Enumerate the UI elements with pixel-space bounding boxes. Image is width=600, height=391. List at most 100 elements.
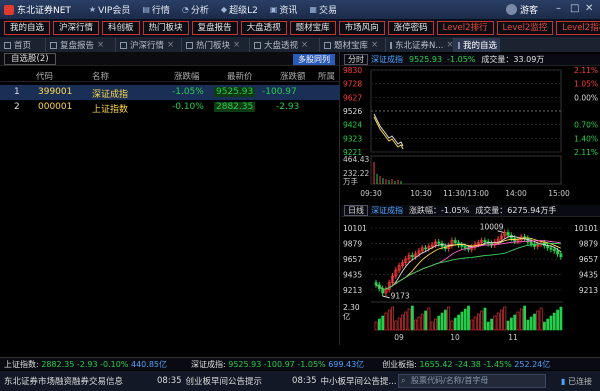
status-sz[interactable]: 深证成指: 9525.93 -100.97 -1.05% 699.43亿 bbox=[191, 359, 364, 370]
tab-label: 题材宝库 bbox=[334, 41, 369, 51]
status-cyb[interactable]: 创业板指: 1655.42 -24.38 -1.45% 252.24亿 bbox=[382, 359, 550, 370]
quicknav-item[interactable]: 题材宝库 bbox=[289, 21, 336, 35]
candle bbox=[552, 249, 556, 252]
quicknav-item[interactable]: 复盘报告 bbox=[191, 21, 238, 35]
candle bbox=[529, 241, 533, 245]
volume-bar bbox=[510, 317, 513, 331]
page-icon bbox=[390, 41, 392, 49]
candle bbox=[374, 282, 378, 286]
close-icon[interactable]: ✕ bbox=[585, 3, 593, 14]
candle bbox=[483, 240, 487, 243]
quicknav-item[interactable]: 市场风向 bbox=[338, 21, 385, 35]
status-sh[interactable]: 上证指数: 2882.35 -2.93 -0.10% 440.85亿 bbox=[4, 359, 167, 370]
price-line bbox=[373, 113, 404, 147]
daily-kline-chart[interactable]: 10101 10101 9879 9879 9657 9657 9435 9435 9213 92… bbox=[341, 218, 600, 345]
volume-bar bbox=[414, 319, 418, 331]
search-icon: ⌕ bbox=[401, 376, 406, 385]
y-tick-label: 10101 bbox=[574, 224, 598, 233]
close-tab-icon[interactable]: × bbox=[446, 40, 453, 50]
close-tab-icon[interactable]: × bbox=[233, 40, 240, 50]
page-icon bbox=[186, 41, 193, 49]
volume-bar bbox=[444, 309, 447, 331]
y-tick-label: 9830 bbox=[343, 66, 362, 75]
candle bbox=[424, 247, 428, 250]
col-sector[interactable]: 所属 bbox=[318, 70, 335, 82]
close-tab-icon[interactable]: × bbox=[371, 40, 378, 50]
multi-stock-button[interactable]: 多股同列 bbox=[293, 54, 335, 65]
col-price[interactable]: 最新价 bbox=[227, 70, 253, 82]
quicknav-item[interactable]: Level2排行 bbox=[436, 21, 494, 35]
daily-tab[interactable]: 日线 bbox=[344, 205, 368, 216]
table-row[interactable]: 2 000001 上证指数 -0.10% 2882.35 -2.93 bbox=[0, 100, 340, 115]
volume-bar bbox=[463, 308, 467, 331]
tab-item[interactable]: 复盘报告 × bbox=[46, 38, 116, 52]
y-tick-label: 9526 bbox=[343, 107, 362, 116]
menu-l2[interactable]: ◆ 超级L2 bbox=[221, 3, 258, 16]
tab-item[interactable]: 首页 bbox=[0, 38, 46, 52]
volume-bar bbox=[549, 315, 553, 331]
col-chg[interactable]: 涨跌额 bbox=[280, 70, 306, 82]
menu-analysis[interactable]: ◔ 分析 bbox=[182, 3, 209, 16]
intraday-price: 9525.93 bbox=[409, 55, 443, 64]
stock-search-input[interactable]: ⌕ 股票代码/名称/首字母 bbox=[398, 374, 546, 388]
volume-bar bbox=[457, 314, 461, 331]
x-tick-label: 09 bbox=[394, 333, 404, 342]
tab-item[interactable]: 沪深行情 × bbox=[116, 38, 182, 52]
news-item[interactable]: 东北证券市场融资融券交易信息 bbox=[4, 375, 123, 387]
tab-item[interactable]: 题材宝库 × bbox=[320, 38, 386, 52]
x-tick-label: 15:00 bbox=[548, 189, 570, 198]
user-account[interactable]: 游客 bbox=[505, 3, 538, 16]
col-name[interactable]: 名称 bbox=[92, 70, 109, 82]
col-code[interactable]: 代码 bbox=[36, 70, 53, 82]
tab-item[interactable]: 大盘透视 × bbox=[250, 38, 320, 52]
volume-bar bbox=[391, 306, 395, 331]
menu-trade[interactable]: ▦ 交易 bbox=[309, 3, 337, 16]
chart-icon: ▤ bbox=[142, 5, 150, 14]
quicknav-item[interactable]: 热门板块 bbox=[142, 21, 189, 35]
quicknav-item[interactable]: 沪深行情 bbox=[53, 21, 100, 35]
menu-vip[interactable]: ★ VIP会员 bbox=[89, 3, 130, 16]
connection-status: ▮ 已连接 bbox=[561, 377, 592, 386]
news-icon: ▣ bbox=[269, 5, 278, 14]
x-tick-label: 11:30/13:00 bbox=[443, 189, 489, 198]
intraday-chart[interactable]: 98309728962795269424932392212.11%1.05%0.… bbox=[341, 66, 600, 202]
news-item[interactable]: 创业板早间公告提示 bbox=[186, 375, 263, 387]
signal-icon: ▮ bbox=[561, 377, 566, 386]
intraday-tab[interactable]: 分时 bbox=[344, 54, 368, 65]
close-tab-icon[interactable]: × bbox=[301, 40, 308, 50]
volume-bar bbox=[467, 305, 470, 331]
avatar-icon bbox=[505, 4, 517, 15]
close-tab-icon[interactable]: × bbox=[167, 40, 174, 50]
quicknav-item[interactable]: 科创板 bbox=[102, 21, 140, 35]
minimize-icon[interactable]: – bbox=[556, 3, 561, 14]
quicknav-item[interactable]: Level2监控 bbox=[496, 21, 554, 35]
tab-label: 沪深行情 bbox=[130, 41, 165, 51]
tab-item[interactable]: 我的自选× bbox=[454, 38, 500, 52]
page-icon bbox=[324, 41, 331, 49]
news-item[interactable]: 中小板早间公告提... bbox=[321, 375, 397, 387]
watchlist-group-tab[interactable]: 自选股(2) bbox=[4, 52, 56, 65]
quicknav-item[interactable]: 大盘透视 bbox=[240, 21, 287, 35]
index-status-bar: 上证指数: 2882.35 -2.93 -0.10% 440.85亿 深证成指:… bbox=[0, 357, 600, 370]
close-tab-icon[interactable]: × bbox=[97, 40, 104, 50]
maximize-icon[interactable]: □ bbox=[570, 3, 579, 14]
menu-quotes[interactable]: ▤ 行情 bbox=[142, 3, 170, 16]
volume-bar bbox=[536, 310, 540, 331]
candle bbox=[549, 247, 553, 250]
quicknav-item[interactable]: 涨停密码 bbox=[387, 21, 434, 35]
tab-item[interactable]: 热门板块 × bbox=[182, 38, 250, 52]
y-tick-label: 亿 bbox=[343, 311, 351, 321]
trade-icon: ▦ bbox=[309, 5, 317, 14]
col-pct[interactable]: 涨跌幅 bbox=[174, 70, 200, 82]
menu-news[interactable]: ▣ 资讯 bbox=[270, 3, 298, 16]
volume-bar bbox=[407, 308, 411, 331]
volume-bar bbox=[473, 316, 477, 331]
volume-bar bbox=[503, 306, 507, 331]
table-row[interactable]: 1 399001 深证成指 -1.05% 9525.93 -100.97 bbox=[0, 85, 340, 100]
tab-item[interactable]: 东北证券N... × bbox=[386, 38, 454, 52]
volume-bar bbox=[374, 321, 378, 331]
quicknav-item[interactable]: Level2指标 bbox=[556, 21, 600, 35]
quicknav-item[interactable]: 我的自选 bbox=[4, 21, 51, 35]
table-header: 代码 名称 涨跌幅 最新价 涨跌额 所属 bbox=[0, 68, 340, 82]
y-tick-label: 2.11% bbox=[574, 66, 598, 75]
